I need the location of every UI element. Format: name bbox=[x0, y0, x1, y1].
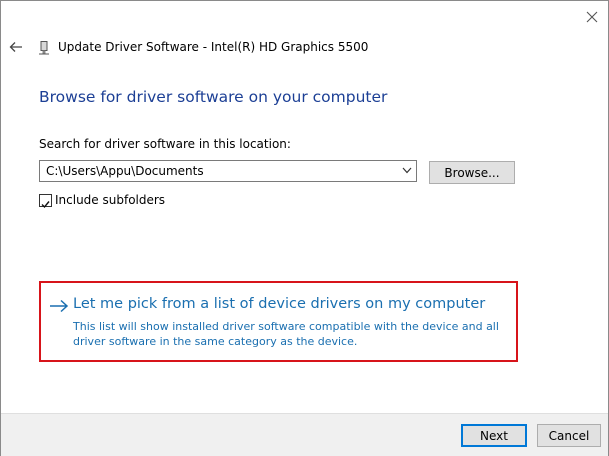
pick-from-list-description: This list will show installed driver sof… bbox=[73, 320, 499, 348]
include-subfolders-label: Include subfolders bbox=[55, 193, 166, 207]
close-button[interactable] bbox=[581, 7, 603, 27]
browse-button[interactable]: Browse... bbox=[429, 161, 515, 184]
cancel-button[interactable]: Cancel bbox=[537, 424, 601, 447]
arrow-right-icon bbox=[50, 299, 69, 313]
pick-from-list-link[interactable]: Let me pick from a list of device driver… bbox=[73, 296, 485, 312]
checkmark-icon bbox=[41, 201, 50, 209]
update-driver-dialog: Update Driver Software - Intel(R) HD Gra… bbox=[0, 0, 609, 456]
back-arrow-icon bbox=[9, 42, 22, 52]
include-subfolders-checkbox[interactable] bbox=[39, 194, 52, 209]
close-icon bbox=[586, 11, 598, 23]
next-button[interactable]: Next bbox=[461, 424, 527, 447]
search-location-label: Search for driver software in this locat… bbox=[39, 137, 291, 151]
back-button[interactable] bbox=[7, 38, 25, 56]
chevron-down-icon[interactable] bbox=[402, 167, 412, 174]
search-location-value: C:\Users\Appu\Documents bbox=[46, 164, 204, 178]
page-heading: Browse for driver software on your compu… bbox=[39, 88, 388, 106]
window-title: Update Driver Software - Intel(R) HD Gra… bbox=[58, 40, 369, 54]
pick-from-list-option[interactable]: Let me pick from a list of device driver… bbox=[39, 281, 518, 362]
dialog-footer: Next Cancel bbox=[1, 413, 608, 456]
search-location-combobox[interactable]: C:\Users\Appu\Documents bbox=[39, 160, 417, 182]
device-icon bbox=[39, 41, 49, 55]
